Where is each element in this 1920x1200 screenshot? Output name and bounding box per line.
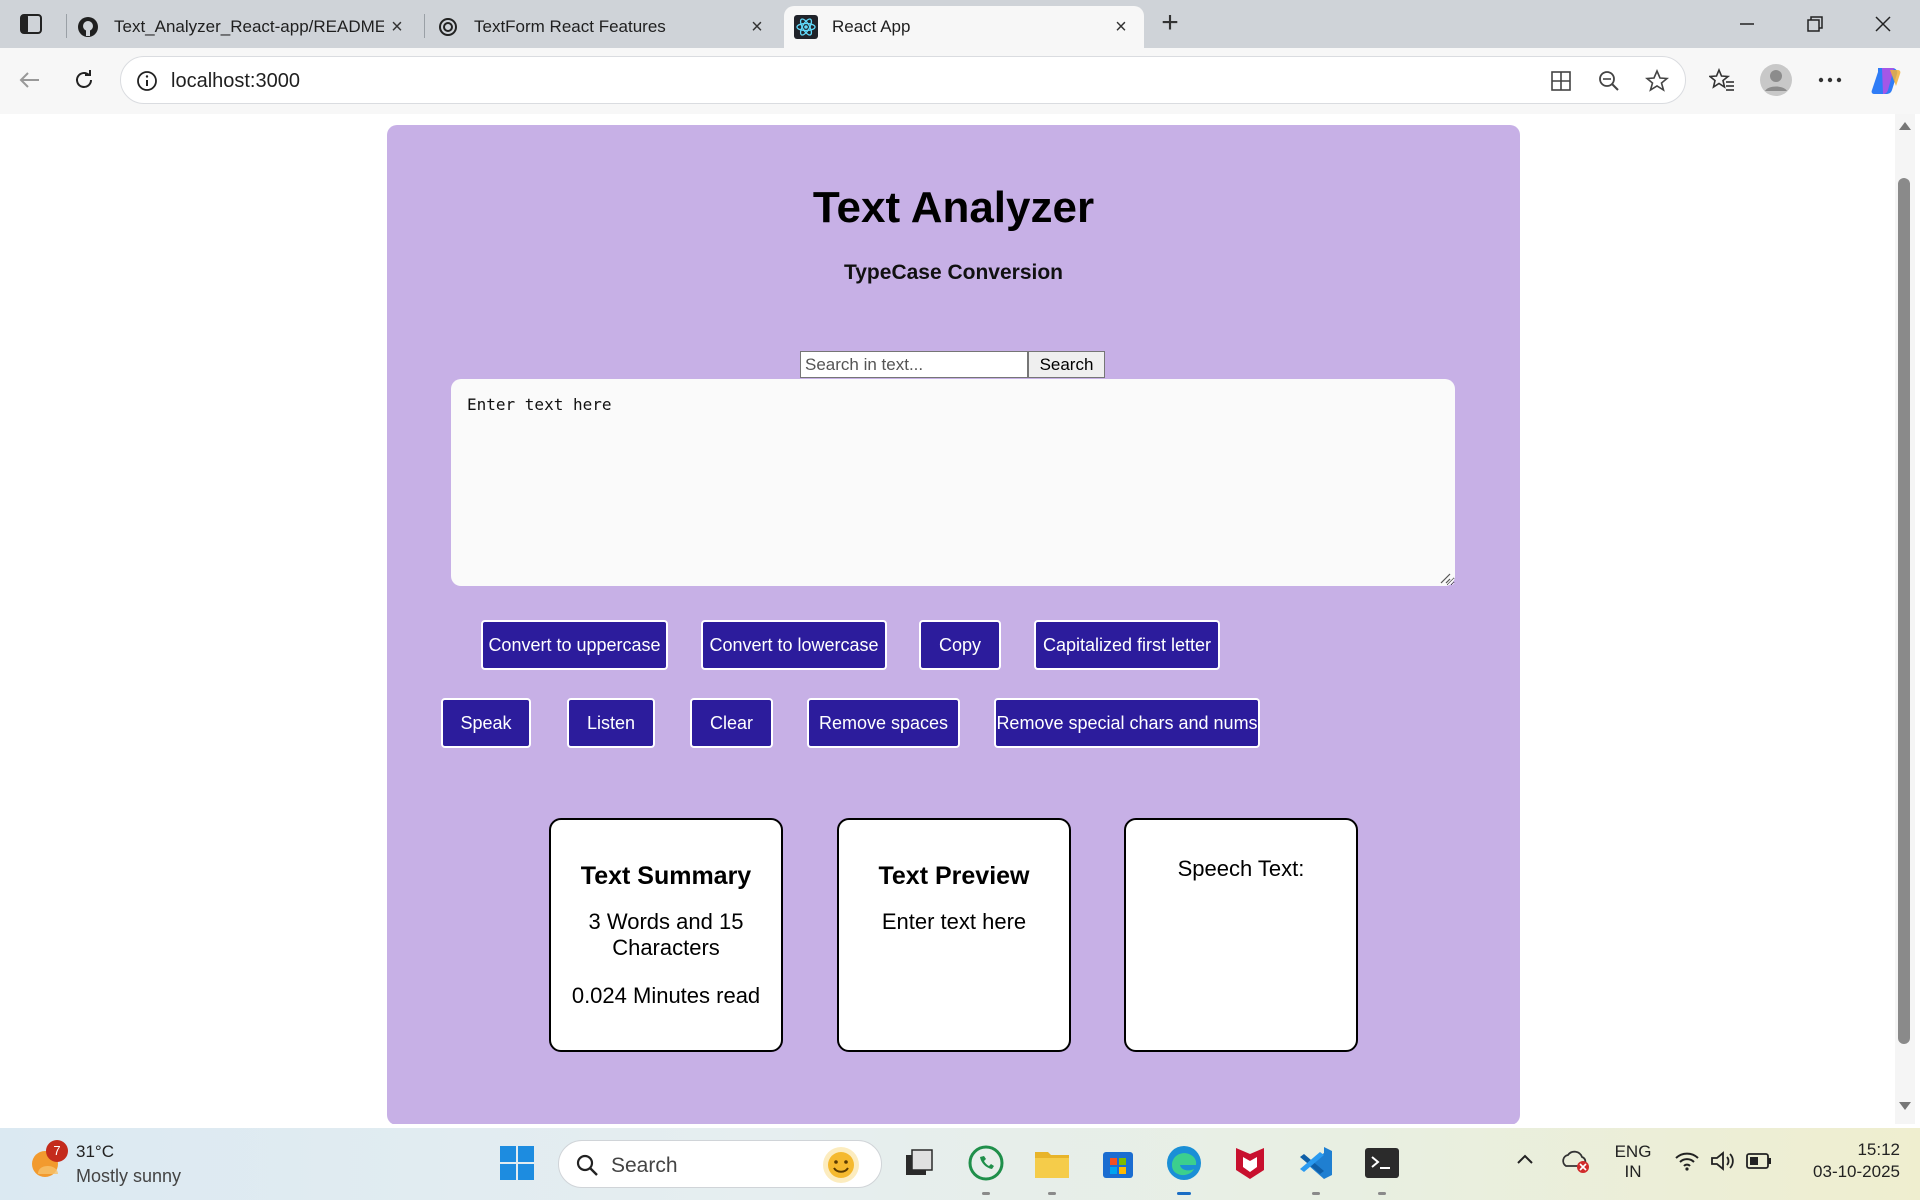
tab-actions-icon[interactable]: [14, 10, 48, 38]
speech-text-label: Speech Text:: [1177, 856, 1305, 881]
app-available-icon[interactable]: [1547, 67, 1575, 95]
resize-grip-icon[interactable]: [1439, 572, 1451, 584]
preview-title: Text Preview: [878, 862, 1030, 890]
running-indicator: [1378, 1192, 1386, 1195]
page-viewport: Text Analyzer TypeCase Conversion Search…: [5, 114, 1895, 1124]
task-view-icon[interactable]: [898, 1142, 940, 1184]
refresh-button[interactable]: [64, 60, 104, 100]
search-icon: [576, 1154, 598, 1176]
scroll-up-arrow-icon[interactable]: [1899, 122, 1911, 130]
zoom-icon[interactable]: [1595, 67, 1623, 95]
browser-tab-strip: Text_Analyzer_React-app/README × TextFor…: [0, 0, 1920, 48]
remove-special-chars-button[interactable]: Remove special chars and nums: [994, 698, 1260, 748]
whatsapp-icon[interactable]: [965, 1142, 1007, 1184]
tab-textform-features[interactable]: TextForm React Features ×: [436, 6, 780, 48]
remove-spaces-button[interactable]: Remove spaces: [807, 698, 960, 748]
minimize-button[interactable]: [1718, 6, 1776, 42]
more-menu-icon[interactable]: [1810, 60, 1850, 100]
search-input[interactable]: [800, 351, 1028, 378]
tab-separator: [66, 14, 67, 38]
language-code: ENG: [1614, 1142, 1652, 1161]
weather-temperature[interactable]: 31°C: [76, 1142, 114, 1162]
language-indicator[interactable]: ENG IN: [1608, 1142, 1658, 1182]
tab-title: TextForm React Features: [474, 17, 666, 36]
tab-separator: [424, 14, 425, 38]
taskbar-search-box[interactable]: Search: [558, 1140, 882, 1188]
address-bar[interactable]: localhost:3000: [120, 56, 1686, 104]
clock[interactable]: 15:12 03-10-2025: [1790, 1140, 1900, 1182]
word-char-count: 3 Words and 15 Characters: [588, 909, 744, 960]
convert-lowercase-button[interactable]: Convert to lowercase: [701, 620, 887, 670]
close-tab-icon[interactable]: ×: [386, 16, 408, 38]
smiley-sun-icon: [823, 1147, 859, 1183]
windows-taskbar: 7 31°C Mostly sunny Search ENG IN 15:12 …: [0, 1128, 1920, 1200]
page-scrollbar[interactable]: [1895, 114, 1915, 1124]
show-hidden-icons-chevron-icon[interactable]: [1516, 1152, 1534, 1170]
profile-avatar[interactable]: [1756, 60, 1796, 100]
clock-time: 15:12: [1857, 1140, 1900, 1159]
close-tab-icon[interactable]: ×: [746, 16, 768, 38]
favorite-star-icon[interactable]: [1643, 67, 1671, 95]
windows-start-icon[interactable]: [499, 1145, 535, 1181]
microsoft-store-icon[interactable]: [1097, 1142, 1139, 1184]
running-indicator: [1312, 1192, 1320, 1195]
clear-button[interactable]: Clear: [690, 698, 773, 748]
speech-text-card: Speech Text:: [1124, 818, 1358, 1052]
close-window-button[interactable]: [1854, 6, 1912, 42]
site-info-icon[interactable]: [135, 69, 159, 93]
vscode-icon[interactable]: [1295, 1142, 1337, 1184]
text-preview-card: Text Preview Enter text here: [837, 818, 1071, 1052]
wifi-icon[interactable]: [1674, 1150, 1700, 1177]
battery-icon[interactable]: [1746, 1152, 1772, 1175]
summary-title: Text Summary: [580, 862, 752, 890]
mcafee-icon[interactable]: [1229, 1142, 1271, 1184]
favorites-icon[interactable]: [1702, 60, 1742, 100]
chatgpt-icon: [436, 15, 460, 39]
active-indicator: [1177, 1192, 1191, 1195]
react-icon: [794, 15, 818, 39]
browser-toolbar: localhost:3000: [0, 48, 1920, 114]
github-icon: [76, 15, 100, 39]
copy-button[interactable]: Copy: [919, 620, 1001, 670]
terminal-icon[interactable]: [1361, 1142, 1403, 1184]
scroll-down-arrow-icon[interactable]: [1899, 1102, 1911, 1110]
page-subtitle: TypeCase Conversion: [843, 261, 1063, 284]
search-button[interactable]: Search: [1028, 351, 1105, 378]
text-summary-card: Text Summary 3 Words and 15 Characters 0…: [549, 818, 783, 1052]
running-indicator: [1048, 1192, 1056, 1195]
tab-github[interactable]: Text_Analyzer_React-app/README ×: [76, 6, 420, 48]
capitalize-first-letter-button[interactable]: Capitalized first letter: [1034, 620, 1220, 670]
region-code: IN: [1624, 1162, 1642, 1181]
tab-title: React App: [832, 17, 911, 36]
running-indicator: [982, 1192, 990, 1195]
read-time: 0.024 Minutes read: [571, 983, 761, 1008]
weather-condition[interactable]: Mostly sunny: [76, 1166, 181, 1187]
text-input-area[interactable]: [451, 379, 1455, 586]
clock-date: 03-10-2025: [1813, 1162, 1900, 1181]
listen-button[interactable]: Listen: [567, 698, 655, 748]
close-tab-icon[interactable]: ×: [1110, 16, 1132, 38]
new-tab-button[interactable]: +: [1154, 8, 1186, 40]
onedrive-error-icon[interactable]: [1560, 1148, 1590, 1179]
copilot-icon[interactable]: [1866, 60, 1906, 100]
volume-icon[interactable]: [1710, 1150, 1736, 1177]
taskbar-search-label: Search: [611, 1154, 678, 1177]
text-analyzer-panel: Text Analyzer TypeCase Conversion Search…: [387, 125, 1520, 1124]
page-title: Text Analyzer: [812, 183, 1095, 232]
scroll-thumb[interactable]: [1898, 178, 1910, 1044]
tab-title: Text_Analyzer_React-app/README: [114, 17, 384, 36]
url-text[interactable]: localhost:3000: [171, 70, 300, 93]
speak-button[interactable]: Speak: [441, 698, 531, 748]
weather-alert-badge: 7: [46, 1140, 68, 1162]
convert-uppercase-button[interactable]: Convert to uppercase: [481, 620, 668, 670]
back-button[interactable]: [10, 60, 50, 100]
file-explorer-icon[interactable]: [1031, 1142, 1073, 1184]
preview-text: Enter text here: [881, 909, 1027, 934]
restore-button[interactable]: [1786, 6, 1844, 42]
edge-browser-icon[interactable]: [1163, 1142, 1205, 1184]
tab-react-app[interactable]: React App ×: [784, 6, 1144, 48]
